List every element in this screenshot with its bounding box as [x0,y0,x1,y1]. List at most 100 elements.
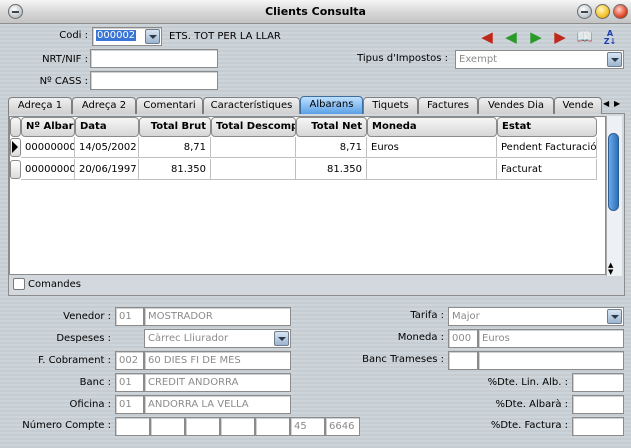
minimize-button[interactable] [8,4,23,19]
codi-label: Codi : [59,30,88,41]
scroll-down-icon[interactable]: ▼ [608,269,613,276]
row-selector[interactable] [10,138,21,157]
compte-part-field[interactable] [185,417,220,436]
moneda-name-field[interactable]: Euros [478,329,624,348]
cass-field[interactable] [90,71,218,90]
arrow-first-icon[interactable]: ◀ [478,30,496,46]
compte-part-field[interactable]: 45 [290,417,325,436]
codi-value: 000002 [96,30,137,41]
table-cell[interactable] [367,159,497,180]
zoom-button[interactable] [595,4,610,19]
nrt-field[interactable] [90,49,218,68]
tab-comentari[interactable]: Comentari [136,97,203,114]
codi-lookup-button[interactable] [145,29,160,44]
tab-vendes-dia[interactable]: Vendes Dia [478,97,554,114]
banc-trameses-code-field[interactable] [448,351,478,370]
table-cell[interactable]: 000000003 [21,137,75,158]
table-cell[interactable] [211,159,296,180]
oficina-code-field[interactable]: 01 [115,395,144,414]
compte-part-field[interactable] [115,417,150,436]
tipus-impostos-value: Exempt [459,54,498,65]
table-cell[interactable]: 20/06/1997 [75,159,139,180]
table-cell[interactable]: 8,71 [139,137,211,158]
tab-vendes[interactable]: Vende [554,97,602,114]
tarifa-select[interactable]: Major [448,307,624,326]
tab-scroll-right-icon[interactable]: ▶ [614,99,623,108]
table-cell[interactable]: 81.350 [139,159,211,180]
tab-caracteristiques[interactable]: Característiques [203,97,300,114]
table-cell[interactable] [211,137,296,158]
grid-corner [10,117,21,137]
moneda-label: Moneda : [397,332,444,343]
tipus-impostos-select[interactable]: Exempt [455,50,624,69]
cobrament-label: F. Cobrament : [38,355,111,366]
row-selector[interactable] [10,160,21,179]
compte-part-field[interactable] [150,417,185,436]
dte-albara-label: %Dte. Albarà : [495,399,568,410]
book-icon[interactable]: 📖 [576,30,594,46]
table-cell[interactable]: 8,71 [296,137,367,158]
compte-part-field[interactable]: 6646 [325,417,360,436]
cass-label: Nº CASS : [39,76,88,87]
oficina-label: Oficina : [69,399,111,410]
despeses-select[interactable]: Càrrec Lliurador [144,329,291,348]
col-header-total-net[interactable]: Total Net [296,117,367,137]
compte-part-field[interactable] [220,417,255,436]
close-button[interactable] [613,4,628,19]
tipus-impostos-label: Tipus d'Impostos : [357,53,448,64]
comandes-checkbox[interactable] [13,278,25,290]
banc-trameses-name-field[interactable] [478,351,624,370]
grid-scroll-thumb[interactable] [608,133,619,211]
col-header-total-descompte[interactable]: Total Descompte [211,117,296,137]
table-cell[interactable]: 81.350 [296,159,367,180]
sort-az-icon[interactable]: A Z↓ [601,30,619,46]
nrt-label: NRT/NIF : [42,54,88,65]
banc-label: Banc : [79,377,111,388]
dte-factura-field[interactable] [572,417,624,436]
table-cell[interactable]: Pendent Facturació [497,137,597,158]
tarifa-dropdown-button[interactable] [607,309,622,324]
tab-tiquets[interactable]: Tiquets [363,97,418,114]
tab-adreca-1[interactable]: Adreça 1 [8,97,72,114]
col-header-total-brut[interactable]: Total Brut [139,117,211,137]
despeses-value: Càrrec Lliurador [148,333,229,344]
venedor-name-field[interactable]: MOSTRADOR [144,307,291,326]
collapse-button[interactable] [577,4,592,19]
banc-code-field[interactable]: 01 [115,373,144,392]
arrow-last-icon[interactable]: ▶ [551,30,569,46]
venedor-label: Venedor : [63,311,111,322]
window-title: Clients Consulta [265,5,366,18]
dte-lin-label: %Dte. Lin. Alb. : [487,377,568,388]
col-header-estat[interactable]: Estat [497,117,597,137]
tab-factures[interactable]: Factures [418,97,478,114]
moneda-code-field[interactable]: 000 [448,329,478,348]
cobrament-code-field[interactable]: 002 [115,351,144,370]
banc-name-field[interactable]: CREDIT ANDORRA [144,373,291,392]
table-cell[interactable]: 000000002 [21,159,75,180]
venedor-code-field[interactable]: 01 [115,307,144,326]
tab-scroll-left-icon[interactable]: ◀ [603,99,612,108]
tipus-impostos-dropdown-button[interactable] [607,52,622,67]
cobrament-name-field[interactable]: 60 DIES FI DE MES [144,351,291,370]
tarifa-value: Major [452,311,480,322]
despeses-dropdown-button[interactable] [274,331,289,346]
table-cell[interactable]: Euros [367,137,497,158]
dte-factura-label: %Dte. Factura : [490,420,568,431]
col-header-data[interactable]: Data [75,117,139,137]
table-cell[interactable]: 14/05/2002 [75,137,139,158]
tab-adreca-2[interactable]: Adreça 2 [72,97,136,114]
oficina-name-field[interactable]: ANDORRA LA VELLA [144,395,291,414]
dte-albara-field[interactable] [572,395,624,414]
table-cell[interactable]: Facturat [497,159,597,180]
client-name: ETS. TOT PER LA LLAR [169,31,281,42]
arrow-prev-icon[interactable]: ◀ [502,30,520,46]
arrow-next-icon[interactable]: ▶ [527,30,545,46]
compte-part-field[interactable] [255,417,290,436]
col-header-albara[interactable]: Nº Albarà [21,117,75,137]
dte-lin-field[interactable] [572,373,624,392]
tab-albarans[interactable]: Albarans [300,96,363,114]
despeses-label: Despeses : [56,333,111,344]
current-row-icon [12,141,18,153]
col-header-moneda[interactable]: Moneda [367,117,497,137]
banc-trameses-label: Banc Trameses : [362,354,444,365]
